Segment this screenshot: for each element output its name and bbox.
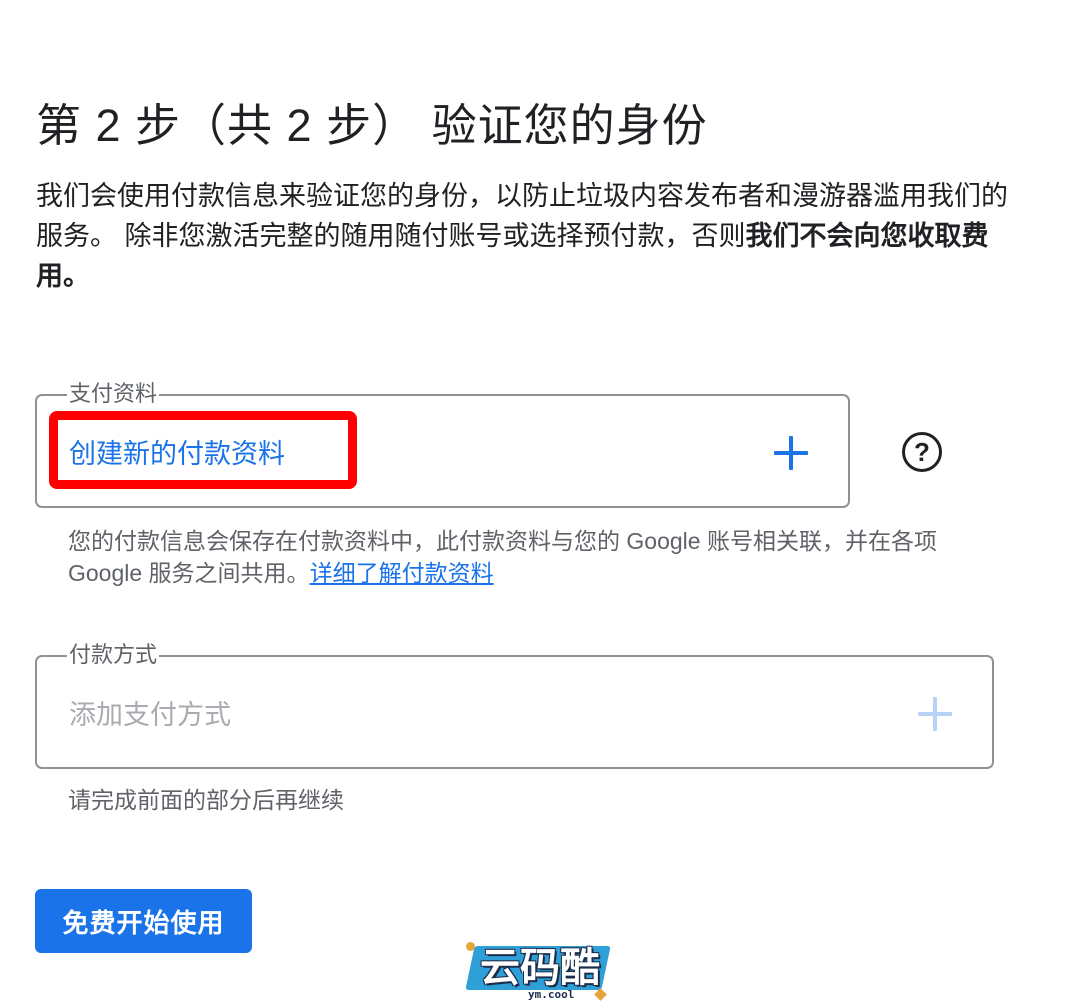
help-circle-icon[interactable]: ? (902, 432, 942, 472)
payment-method-hint: 请完成前面的部分后再继续 (68, 787, 344, 813)
payment-method-select[interactable]: 付款方式 添加支付方式 (35, 640, 994, 769)
intro-paragraph: 我们会使用付款信息来验证您的身份，以防止垃圾内容发布者和漫游器滥用我们的服务。 … (36, 176, 1011, 296)
watermark-subtext: ym.cool (528, 988, 575, 1001)
page-title: 第 2 步（共 2 步） 验证您的身份 (36, 100, 708, 152)
watermark-logo: 云码酷 ym.cool (465, 942, 611, 1004)
learn-more-payment-profile-link[interactable]: 详细了解付款资料 (310, 560, 494, 586)
watermark-text: 云码酷 (480, 945, 600, 991)
highlight-box (49, 411, 357, 489)
payment-profile-hint: 您的付款信息会保存在付款资料中，此付款资料与您的 Google 账号相关联，并在… (68, 525, 978, 589)
payment-profile-hint-text: 您的付款信息会保存在付款资料中，此付款资料与您的 Google 账号相关联，并在… (68, 528, 937, 586)
plus-icon[interactable] (918, 697, 952, 731)
start-free-button[interactable]: 免费开始使用 (35, 889, 252, 953)
plus-icon[interactable] (774, 436, 808, 470)
add-payment-method-placeholder[interactable]: 添加支付方式 (69, 657, 231, 767)
